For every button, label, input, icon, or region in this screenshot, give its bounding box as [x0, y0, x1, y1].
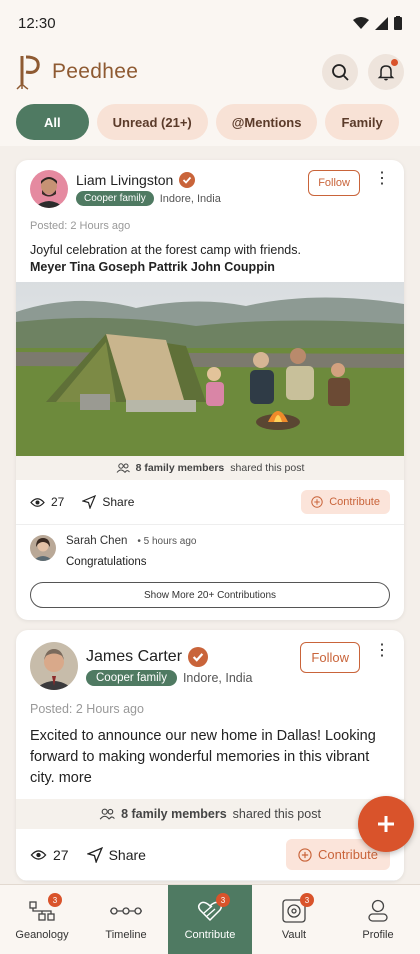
send-icon	[82, 495, 97, 509]
views: 27	[30, 847, 69, 863]
shared-bar: 8 family members shared this post	[16, 456, 404, 480]
location: Indore, India	[159, 192, 221, 205]
eye-icon	[30, 849, 47, 860]
family-members-icon	[116, 463, 130, 473]
status-bar: 12:30	[0, 0, 420, 46]
family-tag[interactable]: Cooper family	[86, 669, 177, 686]
contribute-button[interactable]: Contribute	[301, 490, 390, 514]
contribute-label: Contribute	[318, 847, 378, 862]
views: 27	[30, 495, 64, 509]
post-caption: Joyful celebration at the forest camp wi…	[30, 243, 301, 257]
send-icon	[86, 846, 103, 863]
shared-count: 8 family members	[135, 462, 225, 474]
shared-suffix: shared this post	[230, 462, 305, 474]
nav-vault[interactable]: 3 Vault	[252, 885, 336, 954]
app-header: Peedhee	[0, 46, 420, 98]
bottom-nav: 3 Geanology Timeline 3 Contribute 3 Vaul…	[0, 884, 420, 954]
verified-badge-icon	[188, 646, 209, 667]
nav-badge: 3	[300, 893, 314, 907]
show-more-button[interactable]: Show More 20+ Contributions	[30, 582, 390, 608]
nav-timeline[interactable]: Timeline	[84, 885, 168, 954]
follow-button[interactable]: Follow	[300, 642, 360, 673]
avatar[interactable]	[30, 170, 68, 208]
view-count: 27	[51, 495, 65, 509]
share-label: Share	[102, 495, 135, 509]
nav-badge: 3	[216, 893, 230, 907]
notification-dot	[391, 59, 398, 66]
post-text: Joyful celebration at the forest camp wi…	[16, 232, 404, 282]
avatar[interactable]	[30, 642, 78, 690]
plus-circle-icon	[311, 496, 323, 508]
peedhee-logo-icon	[16, 55, 40, 90]
shared-count: 8 family members	[121, 807, 227, 821]
nav-geanology[interactable]: 3 Geanology	[0, 885, 84, 954]
follow-button[interactable]: Follow	[308, 170, 360, 196]
search-icon	[332, 64, 349, 81]
share-button[interactable]: Share	[86, 846, 146, 863]
more-options-icon[interactable]: ⋮	[374, 642, 390, 659]
nav-badge: 3	[48, 893, 62, 907]
nav-label: Geanology	[15, 928, 69, 941]
signal-icon	[375, 16, 388, 30]
status-icons	[353, 16, 402, 30]
brand: Peedhee	[16, 54, 138, 90]
shared-bar: 8 family members shared this post	[16, 799, 404, 829]
nav-label: Vault	[281, 928, 307, 941]
timeline-icon	[110, 906, 142, 915]
filter-unread[interactable]: Unread (21+)	[96, 104, 208, 140]
nav-contribute[interactable]: 3 Contribute	[168, 885, 252, 954]
wifi-icon	[353, 17, 369, 29]
author-name[interactable]: James Carter	[86, 648, 182, 666]
location: Indore, India	[182, 670, 253, 685]
plus-circle-icon	[298, 847, 312, 862]
family-members-icon	[99, 808, 115, 820]
comment-text: Congratulations	[66, 556, 147, 568]
eye-icon	[30, 497, 45, 507]
status-time: 12:30	[18, 14, 56, 32]
family-tag[interactable]: Cooper family	[76, 191, 154, 206]
posted-time: Posted: 2 Hours ago	[30, 702, 144, 716]
create-post-button[interactable]	[358, 796, 414, 852]
comment: Sarah Chen • 5 hours ago Congratulations	[16, 525, 404, 574]
profile-icon	[368, 899, 388, 922]
nav-label: Contribute	[184, 928, 236, 941]
feed[interactable]: Liam Livingston Cooper family Indore, In…	[0, 150, 420, 884]
comment-time: 5 hours ago	[143, 535, 197, 547]
share-label: Share	[108, 846, 146, 863]
commenter-name[interactable]: Sarah Chen	[66, 535, 127, 547]
plus-icon	[378, 816, 394, 832]
nav-label: Profile	[362, 928, 394, 941]
post-card: Liam Livingston Cooper family Indore, In…	[16, 160, 404, 620]
filter-chips: All Unread (21+) @Mentions Family	[0, 98, 420, 146]
filter-family[interactable]: Family	[325, 104, 399, 140]
mentioned-names[interactable]: Meyer Tina Goseph Pattrik John Couppin	[30, 259, 390, 276]
post-photo[interactable]	[16, 282, 404, 456]
share-button[interactable]: Share	[82, 495, 134, 509]
posted-time: Posted: 2 Hours ago	[30, 220, 131, 232]
author-name[interactable]: Liam Livingston	[76, 172, 173, 188]
app-name: Peedhee	[52, 60, 139, 83]
verified-badge-icon	[179, 172, 196, 188]
commenter-avatar[interactable]	[30, 535, 56, 561]
post-card: James Carter Cooper family Indore, India…	[16, 630, 404, 881]
nav-profile[interactable]: Profile	[336, 885, 420, 954]
filter-all[interactable]: All	[16, 104, 89, 140]
post-text: Excited to announce our new home in Dall…	[30, 728, 376, 786]
search-button[interactable]	[322, 54, 358, 90]
notifications-button[interactable]	[368, 54, 404, 90]
filter-mentions[interactable]: @Mentions	[215, 104, 318, 140]
view-count: 27	[53, 846, 69, 863]
battery-icon	[394, 16, 402, 30]
nav-label: Timeline	[105, 928, 147, 941]
contribute-label: Contribute	[329, 496, 380, 508]
more-options-icon[interactable]: ⋮	[374, 170, 390, 187]
shared-suffix: shared this post	[232, 807, 321, 821]
